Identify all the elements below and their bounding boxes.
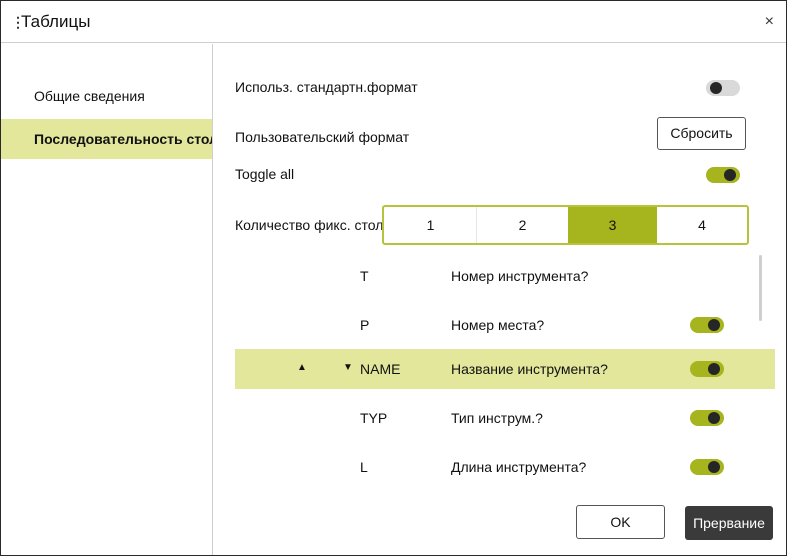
reset-button[interactable]: Сбросить xyxy=(657,117,746,150)
main-panel: Использ. стандартн.формат Пользовательск… xyxy=(214,44,786,555)
use-standard-format-toggle[interactable] xyxy=(706,80,740,96)
toggle-knob xyxy=(708,363,720,375)
move-down-icon[interactable]: ▼ xyxy=(343,362,353,373)
cancel-button[interactable]: Прервание xyxy=(685,506,773,540)
column-description: Номер инструмента? xyxy=(451,268,589,284)
toggle-knob xyxy=(708,319,720,331)
toggle-knob xyxy=(708,461,720,473)
column-code: TYP xyxy=(360,410,388,426)
tables-dialog: ⋮ Таблицы × Общие сведения Последователь… xyxy=(0,0,787,556)
column-description: Тип инструм.? xyxy=(451,410,543,426)
toggle-knob xyxy=(724,169,736,181)
dialog-title: Таблицы xyxy=(21,12,91,31)
toggle-all-toggle[interactable] xyxy=(706,167,740,183)
use-standard-format-label: Использ. стандартн.формат xyxy=(235,79,418,95)
fixed-columns-selector: 1 2 3 4 xyxy=(382,205,749,245)
column-code: NAME xyxy=(360,361,401,377)
toggle-all-label: Toggle all xyxy=(235,166,295,182)
close-icon[interactable]: × xyxy=(765,13,774,31)
column-row-t: T Номер инструмента? xyxy=(235,256,775,296)
scrollbar[interactable] xyxy=(759,255,762,321)
column-name-toggle[interactable] xyxy=(690,361,724,377)
column-row-p: P Номер места? xyxy=(235,305,775,345)
column-row-name[interactable]: ▲ ▼ NAME Название инструмента? xyxy=(235,349,775,389)
fixed-columns-option-4[interactable]: 4 xyxy=(657,207,747,243)
sidebar-item-general[interactable]: Общие сведения xyxy=(1,76,212,116)
column-description: Длина инструмента? xyxy=(451,459,587,475)
column-code: T xyxy=(360,268,369,284)
fixed-columns-label: Количество фикс. столбцов xyxy=(235,217,385,233)
column-row-l: L Длина инструмента? xyxy=(235,447,775,487)
sidebar-item-label: Общие сведения xyxy=(34,88,145,104)
toggle-knob xyxy=(710,82,722,94)
fixed-columns-option-3[interactable]: 3 xyxy=(568,207,657,243)
ok-button[interactable]: OK xyxy=(576,505,665,539)
sidebar-item-column-order[interactable]: Последовательность столбцов xyxy=(1,119,212,159)
column-code: P xyxy=(360,317,370,333)
toggle-knob xyxy=(708,412,720,424)
column-p-toggle[interactable] xyxy=(690,317,724,333)
column-row-typ: TYP Тип инструм.? xyxy=(235,398,775,438)
column-typ-toggle[interactable] xyxy=(690,410,724,426)
column-code: L xyxy=(360,459,368,475)
column-description: Номер места? xyxy=(451,317,545,333)
custom-format-label: Пользовательский формат xyxy=(235,129,410,145)
sidebar: Общие сведения Последовательность столбц… xyxy=(1,44,213,555)
fixed-columns-option-2[interactable]: 2 xyxy=(477,207,568,243)
title-bar: ⋮ Таблицы × xyxy=(1,1,786,43)
fixed-columns-option-1[interactable]: 1 xyxy=(384,207,477,243)
column-l-toggle[interactable] xyxy=(690,459,724,475)
sidebar-item-label: Последовательность столбцов xyxy=(34,131,212,147)
column-description: Название инструмента? xyxy=(451,361,608,377)
move-up-icon[interactable]: ▲ xyxy=(297,362,307,373)
